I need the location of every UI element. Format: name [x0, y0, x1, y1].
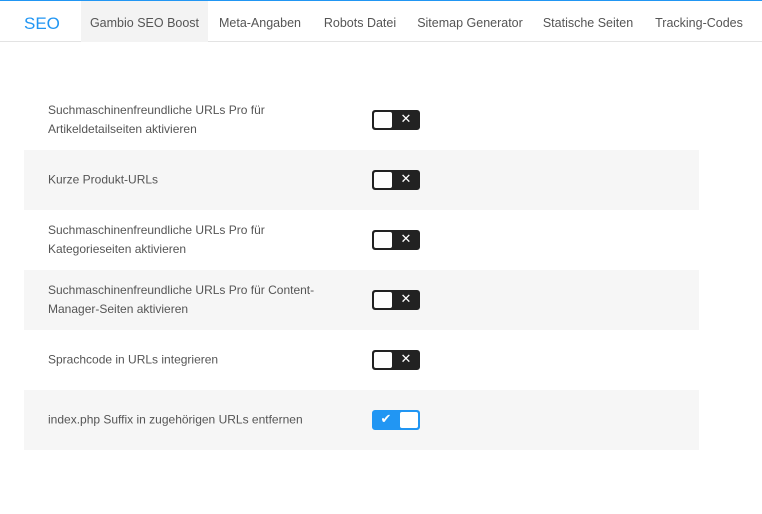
toggle-index-php-suffix[interactable]: ✔: [372, 410, 420, 430]
toggle-knob: [374, 292, 392, 308]
settings-list: Suchmaschinenfreundliche URLs Pro für Ar…: [24, 90, 699, 450]
setting-row-short-product-urls: Kurze Produkt-URLs ✕: [24, 150, 699, 210]
x-icon: ✕: [400, 232, 412, 247]
setting-row-index-php-suffix: index.php Suffix in zugehörigen URLs ent…: [24, 390, 699, 450]
toggle-knob: [374, 172, 392, 188]
tab-statische-seiten[interactable]: Statische Seiten: [536, 1, 640, 42]
setting-row-seo-urls-product: Suchmaschinenfreundliche URLs Pro für Ar…: [24, 90, 699, 150]
app-title: SEO: [24, 14, 60, 33]
setting-label: Sprachcode in URLs integrieren: [48, 352, 219, 367]
toggle-seo-urls-content[interactable]: ✕: [372, 290, 420, 310]
toggle-knob: [374, 352, 392, 368]
setting-label: Kurze Produkt-URLs: [48, 172, 159, 187]
toggle-seo-urls-product[interactable]: ✕: [372, 110, 420, 130]
tab-tracking-codes[interactable]: Tracking-Codes: [650, 1, 748, 42]
setting-label: Suchmaschinenfreundliche URLs Pro für Ka…: [48, 223, 265, 256]
setting-row-seo-urls-content: Suchmaschinenfreundliche URLs Pro für Co…: [24, 270, 699, 330]
toggle-knob: [374, 232, 392, 248]
x-icon: ✕: [400, 352, 412, 367]
x-icon: ✕: [400, 172, 412, 187]
tab-robots-datei[interactable]: Robots Datei: [315, 1, 405, 42]
toggle-seo-urls-category[interactable]: ✕: [372, 230, 420, 250]
header-bar: SEO Gambio SEO Boost Meta-Angaben Robots…: [0, 1, 762, 42]
toggle-knob: [400, 412, 418, 428]
setting-label: Suchmaschinenfreundliche URLs Pro für Ar…: [48, 103, 265, 136]
tab-sitemap-generator[interactable]: Sitemap Generator: [412, 1, 528, 42]
checkmark-icon: ✔: [380, 412, 392, 427]
tab-meta-angaben[interactable]: Meta-Angaben: [210, 1, 310, 42]
x-icon: ✕: [400, 112, 412, 127]
setting-row-language-code: Sprachcode in URLs integrieren ✕: [24, 330, 699, 390]
toggle-short-product-urls[interactable]: ✕: [372, 170, 420, 190]
setting-label: Suchmaschinenfreundliche URLs Pro für Co…: [48, 283, 315, 316]
x-icon: ✕: [400, 292, 412, 307]
toggle-knob: [374, 112, 392, 128]
toggle-language-code[interactable]: ✕: [372, 350, 420, 370]
setting-label: index.php Suffix in zugehörigen URLs ent…: [48, 412, 303, 427]
setting-row-seo-urls-category: Suchmaschinenfreundliche URLs Pro für Ka…: [24, 210, 699, 270]
tab-gambio-seo-boost[interactable]: Gambio SEO Boost: [81, 1, 208, 42]
